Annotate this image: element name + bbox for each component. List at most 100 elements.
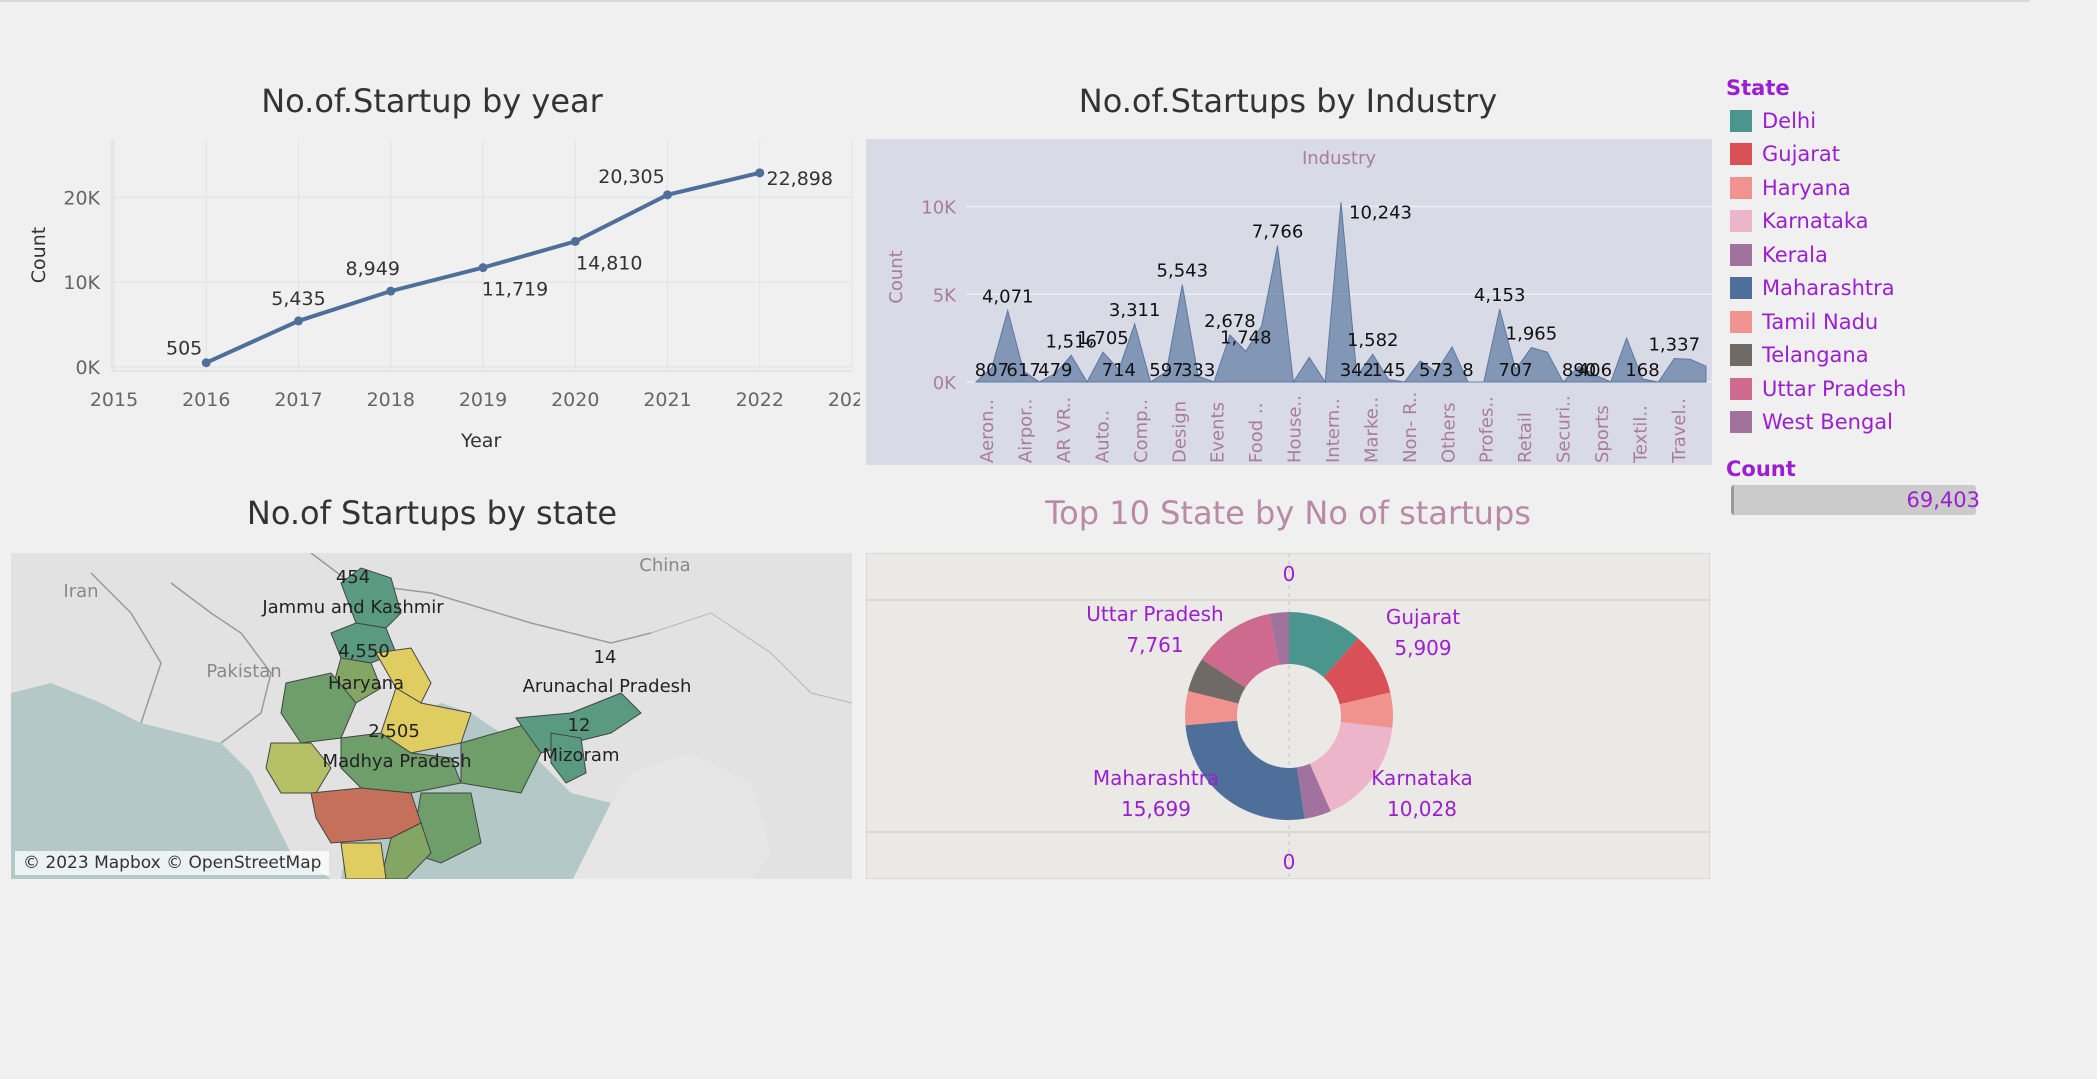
data-label: 597	[1149, 360, 1183, 381]
industry-category-label: Airpor..	[1016, 399, 1037, 463]
data-label: 5,543	[1157, 261, 1209, 282]
industry-category-label: Auto..	[1092, 410, 1113, 463]
count-legend-value: 69,403	[1906, 488, 1980, 512]
x-tick-label: 2023	[828, 389, 860, 411]
legend-item[interactable]: Karnataka	[1726, 205, 1986, 239]
industry-category-label: Profes..	[1477, 396, 1498, 463]
legend-swatch	[1730, 377, 1752, 400]
bottom-band-label: 0	[1283, 850, 1296, 874]
data-label: 145	[1371, 360, 1405, 381]
legend-item[interactable]: Maharashtra	[1726, 272, 1986, 306]
legend-item[interactable]: Kerala	[1726, 238, 1986, 272]
legend-item[interactable]: West Bengal	[1726, 406, 1986, 440]
x-axis-title: Year	[460, 430, 501, 452]
data-label: 617	[1006, 360, 1040, 381]
industry-category-label: Intern..	[1323, 398, 1344, 463]
count-legend-bar: 69,403	[1731, 485, 1980, 515]
x-tick-label: 2015	[90, 389, 138, 411]
legend-item[interactable]: Gujarat	[1726, 138, 1986, 172]
legend-label: West Bengal	[1762, 410, 1893, 435]
y-tick-label: 10K	[63, 272, 100, 294]
donut-callout-name: Karnataka	[1371, 766, 1472, 790]
legend-item[interactable]: Delhi	[1726, 104, 1986, 138]
x-tick-label: 2020	[551, 389, 599, 411]
data-label: 1,705	[1077, 328, 1129, 349]
data-point	[478, 263, 488, 273]
data-label: 14,810	[576, 252, 642, 274]
state-value-label: 4,550	[338, 641, 390, 662]
industry-header: Industry	[1302, 148, 1376, 169]
legend-item[interactable]: Tamil Nadu	[1726, 305, 1986, 339]
data-label: 1,965	[1506, 324, 1558, 345]
legend-item[interactable]: Haryana	[1726, 171, 1986, 205]
donut-callout-value: 5,909	[1394, 636, 1451, 660]
chart-background	[866, 553, 1710, 879]
industry-category-label: Travel..	[1669, 398, 1690, 464]
data-label: 22,898	[767, 168, 833, 190]
industry-category-label: Comp..	[1131, 399, 1152, 463]
data-label: 11,719	[482, 279, 548, 301]
state-value-label: 454	[336, 567, 370, 588]
data-label: 342	[1340, 360, 1374, 381]
legend-label: Karnataka	[1762, 209, 1869, 234]
legend-item[interactable]: Uttar Pradesh	[1726, 372, 1986, 406]
state-name-label: Mizoram	[543, 745, 620, 766]
map-attribution[interactable]: © 2023 Mapbox © OpenStreetMap	[15, 851, 330, 875]
legend-label: Uttar Pradesh	[1762, 376, 1907, 401]
donut-callout-value: 15,699	[1121, 797, 1191, 821]
data-label: 168	[1625, 360, 1659, 381]
data-label: 10,243	[1349, 202, 1412, 223]
y-tick-label: 20K	[63, 187, 100, 209]
industry-category-label: Textil..	[1630, 405, 1651, 464]
data-label: 333	[1181, 360, 1215, 381]
data-label: 573	[1419, 360, 1453, 381]
data-label: 8,949	[346, 258, 400, 280]
legend-swatch	[1730, 277, 1752, 300]
donut-callout-name: Gujarat	[1386, 605, 1460, 629]
state-name-label: Arunachal Pradesh	[523, 676, 692, 697]
x-tick-label: 2018	[367, 389, 415, 411]
data-label: 505	[166, 338, 202, 360]
state-legend: State Delhi Gujarat Haryana Karnataka Kerala…	[1726, 76, 1986, 439]
country-label: Iran	[63, 581, 98, 602]
data-label: 3,311	[1109, 300, 1161, 321]
industry-category-label: Sports	[1592, 405, 1613, 463]
state-map[interactable]: Iran Pakistan China 454 Jammu and Kashmir 4,5…	[11, 553, 852, 879]
legend-swatch	[1730, 176, 1752, 199]
map-label-layer: Iran Pakistan China 454 Jammu and Kashmir 4,5…	[63, 555, 692, 772]
data-point	[294, 316, 303, 326]
legend-item[interactable]: Telangana	[1726, 339, 1986, 373]
y-tick-label: 0K	[933, 373, 957, 394]
industry-category-label: Design	[1169, 401, 1190, 463]
legend-items: Delhi Gujarat Haryana Karnataka Kerala Mahara…	[1726, 104, 1986, 439]
industry-category-label: Food ..	[1246, 403, 1267, 463]
state-value-label: 2,505	[368, 721, 420, 742]
y-tick-label: 10K	[921, 198, 957, 219]
x-tick-label: 2019	[459, 389, 507, 411]
industry-category-label: Marke..	[1361, 397, 1382, 463]
industry-category-label: Non- R..	[1400, 392, 1421, 463]
state-name-label: Madhya Pradesh	[322, 751, 471, 772]
top-band-label: 0	[1283, 562, 1296, 586]
donut-callout-name: Maharashtra	[1093, 766, 1219, 790]
data-point	[755, 168, 765, 178]
legend-label: Gujarat	[1762, 142, 1841, 167]
x-tick-label: 2016	[182, 389, 230, 411]
legend-title: State	[1726, 76, 1790, 100]
industry-category-label: Others	[1438, 403, 1459, 464]
data-label: 5,435	[271, 288, 325, 310]
legend-swatch	[1730, 411, 1752, 434]
state-value-label: 12	[568, 715, 591, 736]
data-label: 707	[1498, 360, 1532, 381]
state-value-label: 14	[594, 647, 617, 668]
x-tick-label: 2021	[643, 389, 691, 411]
industry-category-label: House..	[1285, 395, 1306, 463]
industry-category-label: AR VR..	[1054, 397, 1075, 463]
legend-swatch	[1730, 109, 1752, 132]
legend-label: Tamil Nadu	[1762, 309, 1879, 334]
state-name-label: Jammu and Kashmir	[261, 597, 444, 618]
industry-category-label: Aeron..	[977, 399, 998, 463]
data-label: 20,305	[598, 166, 664, 188]
state-map-title: No.of Startups by state	[246, 494, 618, 532]
legend-swatch	[1730, 344, 1752, 367]
